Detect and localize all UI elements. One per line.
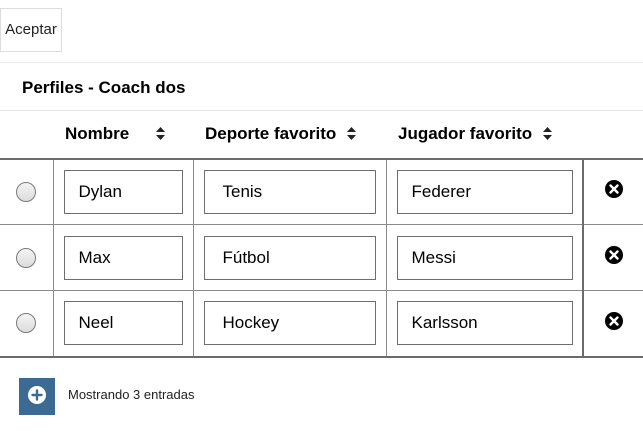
- deporte-input[interactable]: [203, 301, 376, 346]
- jugador-cell: [385, 290, 583, 358]
- row-delete-cell: [582, 158, 643, 225]
- row-select-radio[interactable]: [16, 247, 37, 268]
- column-header-nombre[interactable]: Nombre: [53, 110, 193, 160]
- table-row: [0, 290, 643, 358]
- nombre-input[interactable]: [63, 235, 183, 280]
- row-select-cell: [0, 158, 53, 225]
- nombre-input[interactable]: [63, 169, 183, 214]
- row-delete-cell: [582, 224, 643, 291]
- column-header-jugador[interactable]: Jugador favorito: [386, 110, 583, 160]
- column-header-label: Deporte favorito: [205, 123, 337, 143]
- sort-arrows-icon[interactable]: [542, 125, 552, 145]
- panel-title: Perfiles - Coach dos: [22, 78, 186, 97]
- times-circle-icon[interactable]: [604, 246, 623, 269]
- entries-count-text: Mostrando 3 entradas: [68, 387, 195, 402]
- row-select-cell: [0, 290, 53, 358]
- sort-arrows-icon[interactable]: [347, 125, 357, 145]
- jugador-input[interactable]: [396, 235, 573, 280]
- aceptar-button[interactable]: Aceptar: [0, 8, 62, 52]
- deporte-cell: [192, 158, 386, 225]
- column-header-deporte[interactable]: Deporte favorito: [193, 110, 386, 160]
- deporte-cell: [192, 224, 386, 291]
- row-select-cell: [0, 224, 53, 291]
- deporte-cell: [192, 290, 386, 358]
- table-header-row: Nombre Deporte favorito Jugador favorito: [0, 110, 643, 160]
- nombre-cell: [52, 290, 193, 358]
- profiles-table: Nombre Deporte favorito Jugador favorito: [0, 110, 643, 358]
- deporte-input[interactable]: [203, 169, 376, 214]
- nombre-input[interactable]: [63, 301, 183, 346]
- jugador-input[interactable]: [396, 301, 573, 346]
- sort-arrows-icon[interactable]: [155, 125, 165, 145]
- add-row-button[interactable]: [19, 378, 55, 415]
- panel-header: Perfiles - Coach dos: [0, 62, 643, 110]
- column-header-label: Jugador favorito: [398, 123, 533, 143]
- deporte-input[interactable]: [203, 235, 376, 280]
- column-header-label: Nombre: [65, 123, 130, 143]
- jugador-cell: [385, 158, 583, 225]
- row-delete-cell: [582, 290, 643, 358]
- select-column-header: [0, 110, 53, 160]
- profiles-table-container: Nombre Deporte favorito Jugador favorito: [0, 110, 643, 360]
- plus-circle-icon: [28, 386, 46, 407]
- nombre-cell: [52, 224, 193, 291]
- nombre-cell: [52, 158, 193, 225]
- table-row: [0, 224, 643, 291]
- row-select-radio[interactable]: [16, 181, 37, 202]
- jugador-cell: [385, 224, 583, 291]
- jugador-input[interactable]: [396, 169, 573, 214]
- row-select-radio[interactable]: [16, 313, 37, 334]
- actions-column-header: [583, 110, 643, 160]
- times-circle-icon[interactable]: [604, 311, 623, 335]
- times-circle-icon[interactable]: [604, 180, 623, 203]
- table-row: [0, 158, 643, 225]
